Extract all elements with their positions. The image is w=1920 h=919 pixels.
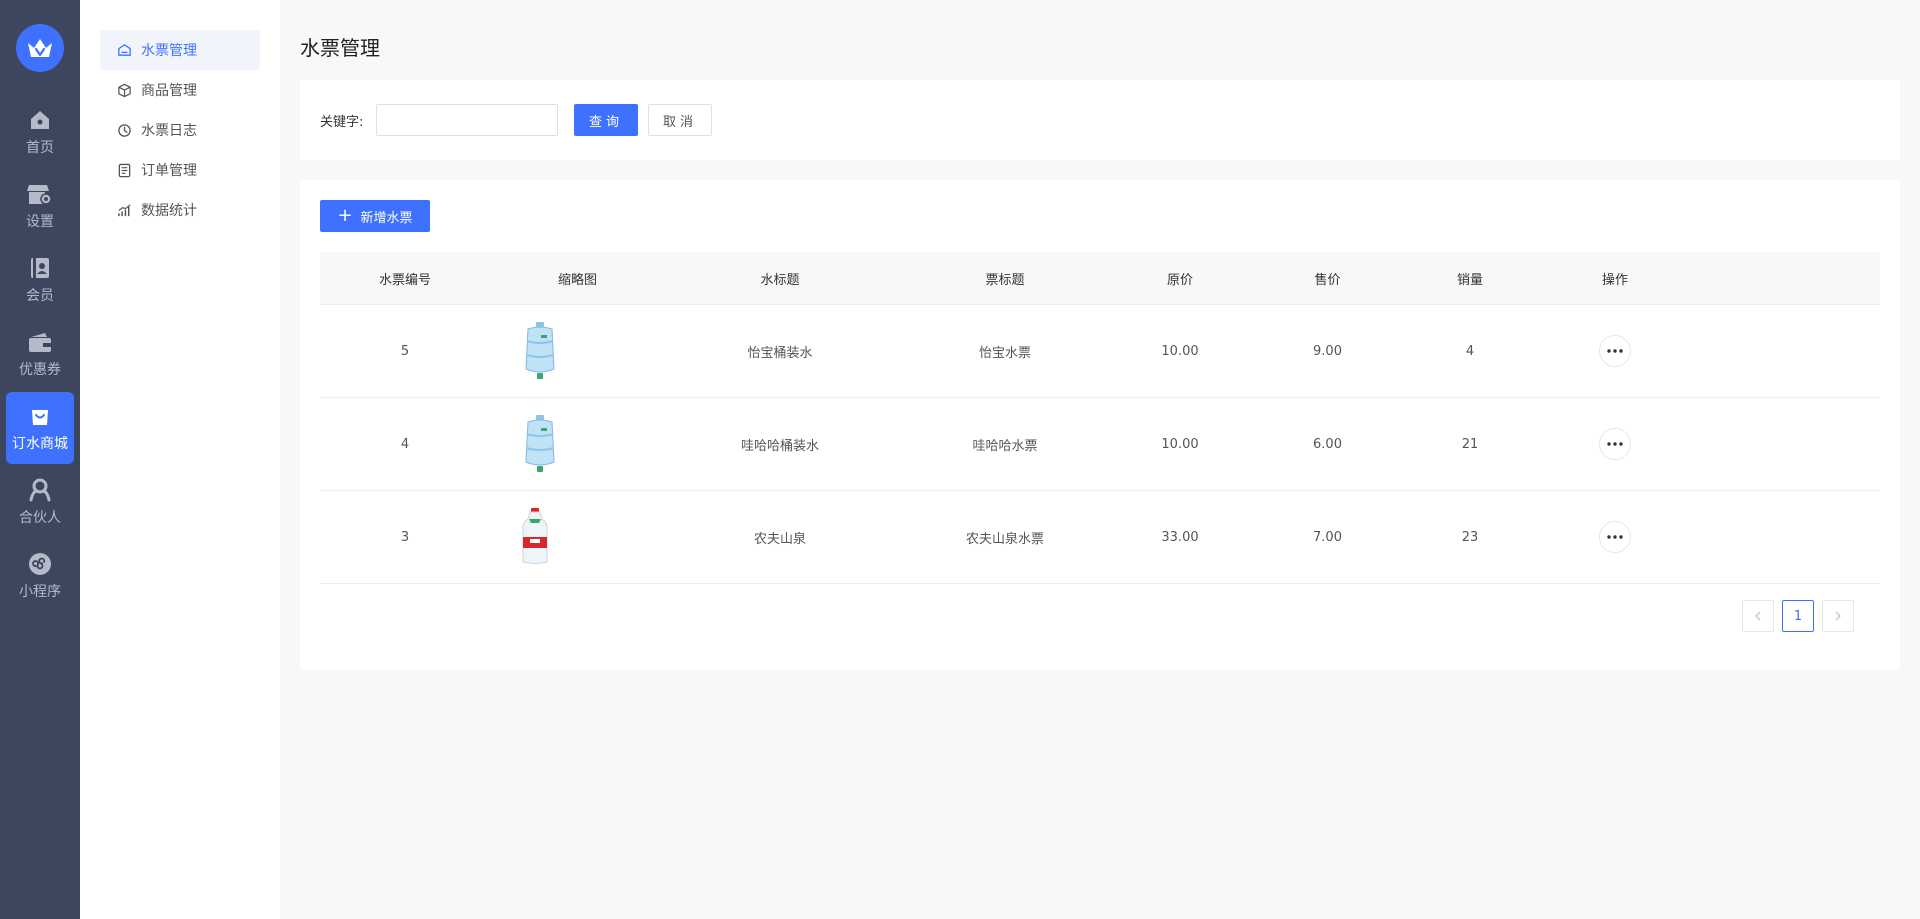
column-header-id: 水票编号 [378, 272, 431, 288]
next-page-button[interactable] [1822, 600, 1854, 632]
bucket-water-image [490, 305, 590, 397]
add-ticket-label: 新增水票 [360, 210, 413, 226]
nav-item-member[interactable]: 会员 [6, 244, 74, 316]
more-actions-button[interactable] [1599, 521, 1631, 553]
cell-actions [1530, 491, 1700, 583]
submenu-item-ticket-management[interactable]: 水票管理 [100, 30, 260, 70]
member-card-icon [27, 255, 53, 281]
chevron-right-icon [1835, 611, 1841, 621]
submenu-item-ticket-log[interactable]: 水票日志 [100, 110, 260, 150]
cell-sales: 23 [1461, 529, 1479, 545]
nav-label: 优惠券 [19, 362, 61, 378]
cell-id: 3 [400, 529, 410, 545]
cell-original-price: 10.00 [1161, 436, 1199, 452]
column-header-sales: 销量 [1456, 272, 1483, 288]
table-row: 4 哇哈哈桶装水 哇哈哈水票 10.00 6.00 21 [320, 398, 1880, 491]
store-settings-icon [27, 181, 53, 207]
submenu-item-product-management[interactable]: 商品管理 [100, 70, 260, 110]
chevron-left-icon [1755, 611, 1761, 621]
cell-sale-price: 7.00 [1313, 529, 1342, 545]
submenu-label: 水票日志 [141, 123, 197, 139]
stats-chart-icon [116, 202, 132, 218]
nav-item-partner[interactable]: 合伙人 [6, 466, 74, 538]
box-icon [116, 82, 132, 98]
nav-label: 订水商城 [12, 436, 68, 452]
nav-label: 会员 [26, 288, 54, 304]
nav-item-water-mall[interactable]: 订水商城 [6, 392, 74, 464]
submenu-item-order-management[interactable]: 订单管理 [100, 150, 260, 190]
prev-page-button[interactable] [1742, 600, 1774, 632]
mini-program-icon [27, 551, 53, 577]
table-row: 5 怡宝桶装水 怡宝水票 10.00 9.00 4 [320, 305, 1880, 398]
submenu-label: 订单管理 [141, 163, 197, 179]
cell-sale-price: 6.00 [1313, 436, 1342, 452]
crown-logo-icon[interactable] [16, 24, 64, 72]
cell-id: 5 [400, 343, 410, 359]
cell-sale-price: 9.00 [1313, 343, 1342, 359]
nav-item-coupon[interactable]: 优惠券 [6, 318, 74, 390]
submenu-label: 商品管理 [141, 83, 197, 99]
ticket-table-panel: + 新增水票 水票编号 缩略图 水标题 票标题 原价 售价 销量 操作 5 怡宝… [300, 180, 1900, 670]
table-header: 水票编号 缩略图 水标题 票标题 原价 售价 销量 操作 [320, 252, 1880, 305]
cell-id: 4 [400, 436, 410, 452]
cell-ticket-title: 农夫山泉水票 [965, 531, 1044, 547]
plus-icon: + [337, 205, 353, 226]
more-dots-icon [1607, 535, 1623, 539]
order-doc-icon [116, 162, 132, 178]
nav-label: 设置 [26, 214, 54, 230]
column-header-actions: 操作 [1601, 272, 1628, 288]
column-header-sale-price: 售价 [1314, 272, 1341, 288]
nav-item-mini-program[interactable]: 小程序 [6, 540, 74, 612]
column-header-ticket-title: 票标题 [985, 272, 1025, 288]
more-dots-icon [1607, 442, 1623, 446]
cell-original-price: 33.00 [1161, 529, 1199, 545]
page-number-button[interactable]: 1 [1782, 600, 1814, 632]
bottle-water-image [490, 491, 580, 583]
table-row: 3 农夫山泉 农夫山泉水票 33.00 7.00 23 [320, 491, 1880, 584]
cell-ticket-title: 怡宝水票 [978, 345, 1031, 361]
nav-item-home[interactable]: 首页 [6, 96, 74, 168]
submenu-item-statistics[interactable]: 数据统计 [100, 190, 260, 230]
home-icon [27, 107, 53, 133]
partner-icon [27, 477, 53, 503]
bucket-water-image [490, 398, 590, 490]
page-title: 水票管理 [300, 36, 380, 60]
submenu-label: 数据统计 [141, 203, 197, 219]
cell-actions [1530, 305, 1700, 397]
add-ticket-button[interactable]: + 新增水票 [320, 200, 430, 232]
keyword-label: 关键字: [320, 115, 364, 130]
nav-label: 合伙人 [19, 510, 61, 526]
cell-sales: 4 [1465, 343, 1475, 359]
cell-water-title: 怡宝桶装水 [747, 345, 813, 361]
column-header-original-price: 原价 [1166, 272, 1193, 288]
nav-label: 小程序 [19, 584, 61, 600]
shopping-bag-icon [27, 403, 53, 429]
cancel-button[interactable]: 取消 [648, 104, 712, 136]
cell-ticket-title: 哇哈哈水票 [972, 438, 1038, 454]
icon-rail: 首页 设置 会员 优惠券 订水商城 合伙人 小程序 [0, 0, 80, 919]
search-panel: 关键字: 查询 取消 [300, 80, 1900, 160]
sub-sidebar: 水票管理 商品管理 水票日志 订单管理 数据统计 [80, 0, 280, 919]
cell-water-title: 农夫山泉 [753, 531, 806, 547]
keyword-input[interactable] [376, 104, 558, 136]
column-header-water-title: 水标题 [760, 272, 800, 288]
more-dots-icon [1607, 349, 1623, 353]
nav-label: 首页 [26, 140, 54, 156]
clock-log-icon [116, 122, 132, 138]
cell-water-title: 哇哈哈桶装水 [740, 438, 819, 454]
nav-item-settings[interactable]: 设置 [6, 170, 74, 242]
cell-actions [1530, 398, 1700, 490]
column-header-thumbnail: 缩略图 [557, 272, 597, 288]
submenu-label: 水票管理 [141, 43, 197, 59]
ticket-table: 水票编号 缩略图 水标题 票标题 原价 售价 销量 操作 5 怡宝桶装水 怡宝水… [320, 252, 1880, 584]
ticket-icon [116, 42, 132, 58]
wallet-coupon-icon [27, 329, 53, 355]
more-actions-button[interactable] [1599, 335, 1631, 367]
query-button[interactable]: 查询 [574, 104, 638, 136]
cell-sales: 21 [1461, 436, 1479, 452]
cell-original-price: 10.00 [1161, 343, 1199, 359]
more-actions-button[interactable] [1599, 428, 1631, 460]
